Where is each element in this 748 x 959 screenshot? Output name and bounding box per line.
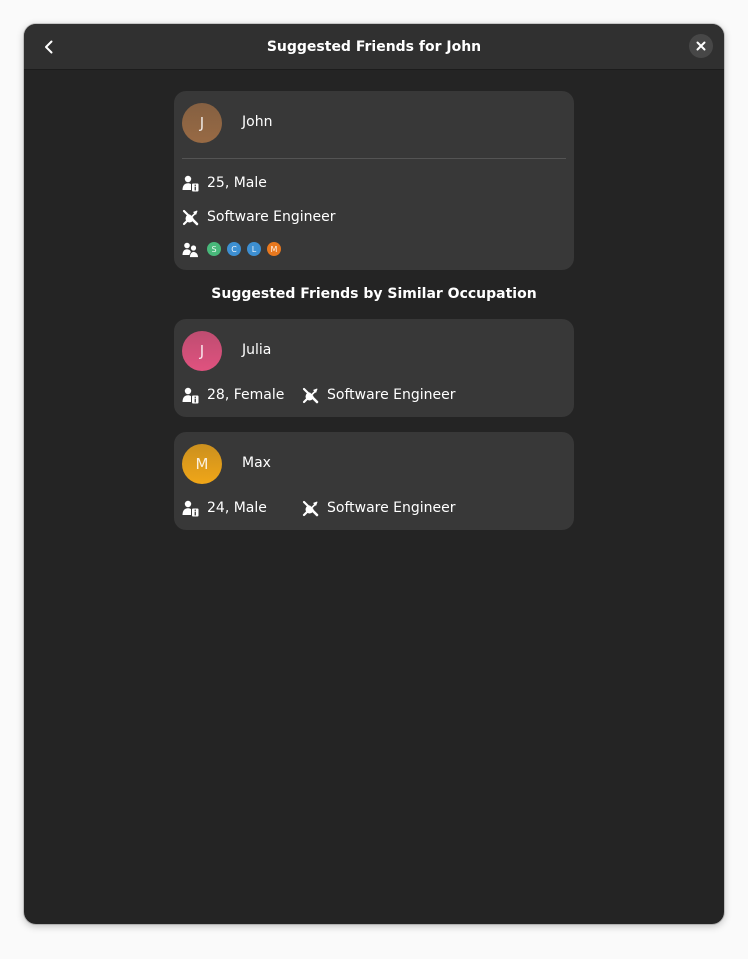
occupation-row: Software Engineer bbox=[182, 207, 336, 227]
close-button[interactable] bbox=[689, 34, 713, 58]
age-gender-row: 25, Male bbox=[182, 173, 267, 193]
age-gender-text: 24, Male bbox=[207, 500, 267, 516]
occupation-text: Software Engineer bbox=[207, 209, 336, 225]
person-info-icon bbox=[182, 500, 199, 516]
tools-icon bbox=[182, 209, 199, 225]
suggestion-card[interactable]: J Julia 28, Female Software Engineer bbox=[174, 319, 574, 417]
person-info-icon bbox=[182, 387, 199, 403]
divider bbox=[182, 158, 566, 159]
avatar: J bbox=[182, 103, 222, 143]
avatar: J bbox=[182, 331, 222, 371]
window-title: Suggested Friends for John bbox=[266, 39, 482, 55]
friend-chip: C bbox=[227, 242, 241, 256]
avatar-initial: J bbox=[199, 342, 205, 360]
tools-icon bbox=[302, 387, 319, 403]
profile-card: J John 25, Male Software Engineer S C L … bbox=[174, 91, 574, 270]
header-bar: Suggested Friends for John bbox=[24, 24, 724, 70]
tools-icon bbox=[302, 500, 319, 516]
suggestion-name: Max bbox=[242, 455, 271, 471]
age-gender-text: 28, Female bbox=[207, 387, 285, 403]
occupation-text: Software Engineer bbox=[327, 500, 456, 516]
friend-chips: SCLM bbox=[207, 242, 287, 256]
friend-chip: S bbox=[207, 242, 221, 256]
occupation-row: Software Engineer bbox=[302, 385, 456, 405]
suggestion-name: Julia bbox=[242, 342, 272, 358]
person-info-icon bbox=[182, 175, 199, 191]
friend-chip: L bbox=[247, 242, 261, 256]
occupation-row: Software Engineer bbox=[302, 498, 456, 518]
section-title: Suggested Friends by Similar Occupation bbox=[211, 286, 537, 302]
people-icon bbox=[182, 242, 199, 258]
window-close-icon bbox=[696, 41, 706, 51]
profile-name: John bbox=[242, 114, 273, 130]
avatar-initial: M bbox=[195, 455, 209, 473]
age-gender-row: 28, Female bbox=[182, 385, 284, 405]
avatar: M bbox=[182, 444, 222, 484]
suggestion-card[interactable]: M Max 24, Male Software Engineer bbox=[174, 432, 574, 530]
age-gender-text: 25, Male bbox=[207, 175, 267, 191]
friends-row: SCLM bbox=[182, 239, 287, 259]
friend-chip: M bbox=[267, 242, 281, 256]
age-gender-row: 24, Male bbox=[182, 498, 267, 518]
app-window: Suggested Friends for John J John 25, Ma… bbox=[24, 24, 724, 924]
avatar-initial: J bbox=[199, 114, 205, 132]
occupation-text: Software Engineer bbox=[327, 387, 456, 403]
